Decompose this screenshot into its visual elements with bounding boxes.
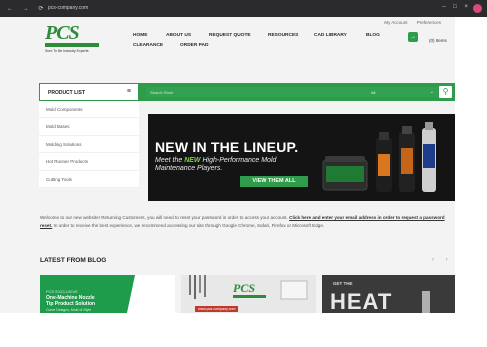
sidebar-item-mold-components[interactable]: Mold Components	[39, 101, 139, 119]
hamburger-icon: ≡	[126, 88, 131, 95]
blog-card-kicker: PCS EXCLUSIVE	[46, 289, 78, 294]
menu-request-quote[interactable]: REQUEST QUOTE	[209, 33, 251, 38]
window-controls[interactable]: – □ ×	[442, 4, 471, 10]
menu-resources[interactable]: RESOURCES	[268, 33, 298, 38]
address-bar[interactable]: pcs-company.com	[48, 5, 88, 11]
logo-tagline: Sure To Be Industry Experts	[45, 49, 89, 53]
menu-clearance[interactable]: CLEARANCE	[133, 43, 163, 48]
cart-icon[interactable]: →	[408, 32, 418, 42]
page-right-margin	[455, 17, 487, 313]
my-account-link[interactable]: My Account	[384, 20, 407, 25]
card-photo-area	[126, 275, 175, 313]
search-placeholder: Search Store	[150, 90, 174, 95]
menu-order-pad[interactable]: ORDER PAD	[180, 43, 208, 48]
product-category-list: Mold Components Mold Bases Molding Solut…	[39, 101, 139, 188]
menu-home[interactable]: HOME	[133, 33, 147, 38]
browser-chrome: ← → ⟳ pcs-company.com – □ ×	[0, 0, 487, 17]
welcome-text-1: Welcome to our new website! Returning Cu…	[40, 215, 290, 220]
browser-nav-buttons[interactable]: ← → ⟳	[7, 5, 47, 12]
blog-card-heat[interactable]: GET THE HEAT	[322, 275, 455, 313]
blog-card-pcs[interactable]: PCS www.pcs-company.com	[181, 275, 316, 313]
preferences-link[interactable]: Preferences	[417, 20, 441, 25]
page-bottom-area	[0, 313, 487, 347]
blog-card-nozzle[interactable]: PCS EXCLUSIVE One-Machine Nozzle Tip Pro…	[40, 275, 175, 313]
chevron-down-icon: ⌄	[429, 89, 434, 95]
search-button[interactable]: ⚲	[439, 86, 452, 98]
menu-cad-library[interactable]: CAD LIBRARY	[314, 33, 347, 38]
site-logo[interactable]: PCS Sure To Be Industry Experts	[45, 22, 101, 53]
sidebar-item-hot-runner-products[interactable]: Hot Runner Products	[39, 153, 139, 171]
profile-avatar[interactable]	[473, 4, 482, 13]
hero-banner[interactable]: NEW IN THE LINEUP. Meet the NEW High-Per…	[148, 114, 455, 201]
search-category-select[interactable]: All	[371, 90, 375, 95]
menu-about[interactable]: ABOUT US	[166, 33, 191, 38]
product-list-toggle[interactable]: PRODUCT LIST ≡	[39, 83, 139, 101]
sidebar-item-cutting-tools[interactable]: Cutting Tools	[39, 171, 139, 188]
cart-count[interactable]: (0) Items	[429, 38, 447, 43]
blog-carousel-arrows[interactable]: ‹ ›	[432, 257, 453, 263]
sidebar-item-mold-bases[interactable]: Mold Bases	[39, 118, 139, 136]
product-list-label: PRODUCT LIST	[48, 90, 85, 96]
card-url-badge: www.pcs-company.com	[195, 306, 239, 312]
blog-card-meta: Curve Designs, Mold of Style	[46, 308, 92, 312]
welcome-text-2: In order to receive the best experience,…	[52, 223, 325, 228]
latest-blog-heading: LATEST FROM BLOG	[40, 257, 107, 264]
sidebar-item-molding-solutions[interactable]: Molding Solutions	[39, 136, 139, 154]
logo-mark: PCS	[45, 22, 80, 44]
product-bottles-image	[322, 122, 436, 192]
heater-image	[422, 291, 430, 313]
card-pcs-logo: PCS	[233, 281, 267, 298]
blog-card-title-2: Tip Product Solution	[46, 301, 96, 307]
search-input[interactable]: Search Store All ⌄	[146, 87, 438, 97]
card-logo-bar	[233, 295, 266, 298]
menu-blog[interactable]: BLOG	[366, 33, 380, 38]
search-icon: ⚲	[442, 87, 449, 96]
welcome-message: Welcome to our new website! Returning Cu…	[40, 214, 455, 230]
card-logo-mark: PCS	[233, 281, 256, 295]
account-links: My Account Preferences	[376, 20, 441, 25]
